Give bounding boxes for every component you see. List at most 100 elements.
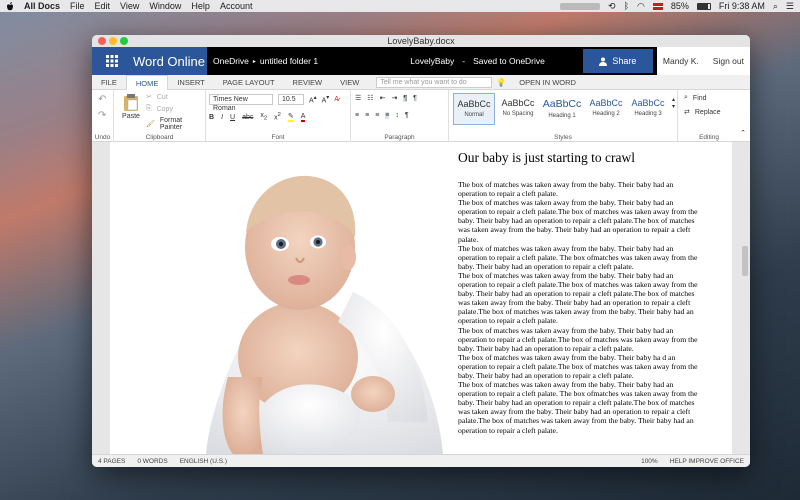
decrease-indent-icon[interactable]: ⇤ <box>380 94 386 102</box>
tab-file[interactable]: FILE <box>92 75 126 90</box>
replace-button[interactable]: ⇄ Replace <box>684 108 721 117</box>
zoom-window-button[interactable] <box>120 37 128 45</box>
menu-window[interactable]: Window <box>149 1 181 11</box>
clock[interactable]: Fri 9:38 AM <box>719 1 765 11</box>
vertical-scrollbar[interactable] <box>742 146 748 446</box>
tell-me-input[interactable]: Tell me what you want to do <box>376 76 493 88</box>
document-name[interactable]: LovelyBaby <box>410 56 454 66</box>
close-window-button[interactable] <box>98 37 106 45</box>
app-brand[interactable]: Word Online <box>131 47 207 75</box>
font-color-icon[interactable]: A <box>300 113 306 122</box>
tab-review[interactable]: REVIEW <box>284 75 332 90</box>
grow-font-icon[interactable]: A▴ <box>309 95 317 104</box>
menu-view[interactable]: View <box>120 1 139 11</box>
clear-formatting-icon[interactable]: A̷ <box>334 96 339 103</box>
tab-insert[interactable]: INSERT <box>168 75 213 90</box>
minimize-window-button[interactable] <box>109 37 117 45</box>
superscript-icon[interactable]: x2 <box>274 112 281 121</box>
justify-icon[interactable]: ≡ <box>385 112 390 119</box>
copy-button[interactable]: ⎘ Copy <box>146 105 173 113</box>
replace-icon: ⇄ <box>684 109 690 116</box>
menu-app-name[interactable]: All Docs <box>24 1 60 11</box>
word-count[interactable]: 0 WORDS <box>137 458 167 465</box>
share-button[interactable]: Share <box>582 49 653 73</box>
style-preview: AaBbCc <box>589 98 623 108</box>
underline-icon[interactable]: U <box>230 114 235 121</box>
bluetooth-icon[interactable]: ᛒ <box>624 1 629 11</box>
body-paragraph[interactable]: The box of matches was taken away from t… <box>458 244 700 271</box>
wifi-icon[interactable]: ◠ <box>637 1 645 12</box>
person-add-icon <box>599 57 608 66</box>
tab-home[interactable]: HOME <box>125 74 169 90</box>
clipboard-icon <box>124 94 138 111</box>
apple-icon[interactable] <box>6 1 14 11</box>
spotlight-icon[interactable]: ⌕ <box>773 1 778 12</box>
style-heading-3[interactable]: AaBbCc Heading 3 <box>627 93 669 125</box>
battery-icon[interactable] <box>696 2 711 10</box>
font-size-dropdown[interactable]: 10.5 <box>278 94 304 105</box>
menu-account[interactable]: Account <box>220 1 253 11</box>
ribbon-tabs: FILE HOME INSERT PAGE LAYOUT REVIEW VIEW… <box>92 74 750 90</box>
document-title[interactable]: Our baby is just starting to crawl <box>458 150 635 166</box>
highlight-icon[interactable]: ✎ <box>287 112 294 122</box>
cut-button[interactable]: ✂ Cut <box>146 93 168 102</box>
body-paragraph[interactable]: The box of matches was taken away from t… <box>458 326 700 353</box>
shrink-font-icon[interactable]: A▾ <box>322 95 330 104</box>
find-button[interactable]: ⌕ Find <box>684 94 707 102</box>
zoom-level[interactable]: 100% <box>641 458 658 465</box>
app-launcher-button[interactable] <box>92 47 131 75</box>
align-right-icon[interactable]: ≡ <box>375 112 379 119</box>
baby-photo[interactable] <box>188 162 448 454</box>
undo-icon[interactable]: ↶ <box>98 94 106 105</box>
styles-scroll-icon[interactable]: ▴ ▾ <box>672 96 675 110</box>
show-marks-icon[interactable]: ¶ <box>405 112 409 119</box>
align-center-icon[interactable]: ≡ <box>365 112 369 119</box>
style-normal[interactable]: AaBbCc Normal <box>453 93 495 125</box>
body-paragraph[interactable]: The box of matches was taken away from t… <box>458 271 700 326</box>
rtl-icon[interactable]: ¶ <box>413 95 417 102</box>
collapse-ribbon-icon[interactable]: ⌃ <box>740 129 746 137</box>
notification-center-icon[interactable]: ☰ <box>786 1 794 12</box>
bullets-icon[interactable]: ☰ <box>355 94 361 102</box>
document-body[interactable]: The box of matches was taken away from t… <box>458 180 700 435</box>
redo-icon[interactable]: ↷ <box>98 110 106 121</box>
help-improve-link[interactable]: HELP IMPROVE OFFICE <box>670 458 744 465</box>
breadcrumb-onedrive[interactable]: OneDrive <box>213 56 249 66</box>
lightbulb-icon[interactable]: 💡 <box>496 78 506 87</box>
menu-help[interactable]: Help <box>191 1 210 11</box>
body-paragraph[interactable]: The box of matches was taken away from t… <box>458 180 700 198</box>
numbering-icon[interactable]: ☷ <box>367 94 373 102</box>
style-heading-1[interactable]: AaBbCc Heading 1 <box>541 93 583 125</box>
open-in-word-button[interactable]: OPEN IN WORD <box>510 75 585 90</box>
bold-icon[interactable]: B <box>209 114 214 121</box>
menu-edit[interactable]: Edit <box>95 1 111 11</box>
time-machine-icon[interactable]: ⟲ <box>608 1 616 12</box>
paste-button[interactable]: Paste <box>120 93 142 120</box>
style-preview: AaBbCc <box>457 99 491 109</box>
body-paragraph[interactable]: The box of matches was taken away from t… <box>458 380 700 435</box>
increase-indent-icon[interactable]: ⇥ <box>391 94 397 102</box>
language[interactable]: ENGLISH (U.S.) <box>180 458 227 465</box>
italic-icon[interactable]: I <box>221 114 223 121</box>
font-name-dropdown[interactable]: Times New Roman <box>209 94 273 112</box>
align-left-icon[interactable]: ≡ <box>355 112 359 119</box>
flag-icon[interactable] <box>652 2 663 10</box>
ltr-icon[interactable]: ¶ <box>403 94 408 102</box>
style-heading-2[interactable]: AaBbCc Heading 2 <box>585 93 627 125</box>
scrollbar-thumb[interactable] <box>742 246 748 276</box>
format-painter-button[interactable]: 🖌 Format Painter <box>146 117 205 131</box>
sign-out-link[interactable]: Sign out <box>713 56 744 66</box>
line-spacing-icon[interactable]: ↕ <box>395 112 399 119</box>
tab-page-layout[interactable]: PAGE LAYOUT <box>214 75 284 90</box>
subscript-icon[interactable]: x2 <box>260 112 267 121</box>
status-icons-blurred <box>560 2 601 10</box>
breadcrumb-folder[interactable]: untitled folder 1 <box>260 56 318 66</box>
tab-view[interactable]: VIEW <box>331 75 368 90</box>
style-no-spacing[interactable]: AaBbCc No Spacing <box>497 93 539 125</box>
document-page[interactable]: Our baby is just starting to crawl The b… <box>110 142 732 454</box>
strikethrough-icon[interactable]: abc <box>242 114 253 121</box>
body-paragraph[interactable]: The box of matches was taken away from t… <box>458 353 700 380</box>
user-name[interactable]: Mandy K. <box>663 56 699 66</box>
body-paragraph[interactable]: The box of matches was taken away from t… <box>458 198 700 243</box>
menu-file[interactable]: File <box>70 1 85 11</box>
